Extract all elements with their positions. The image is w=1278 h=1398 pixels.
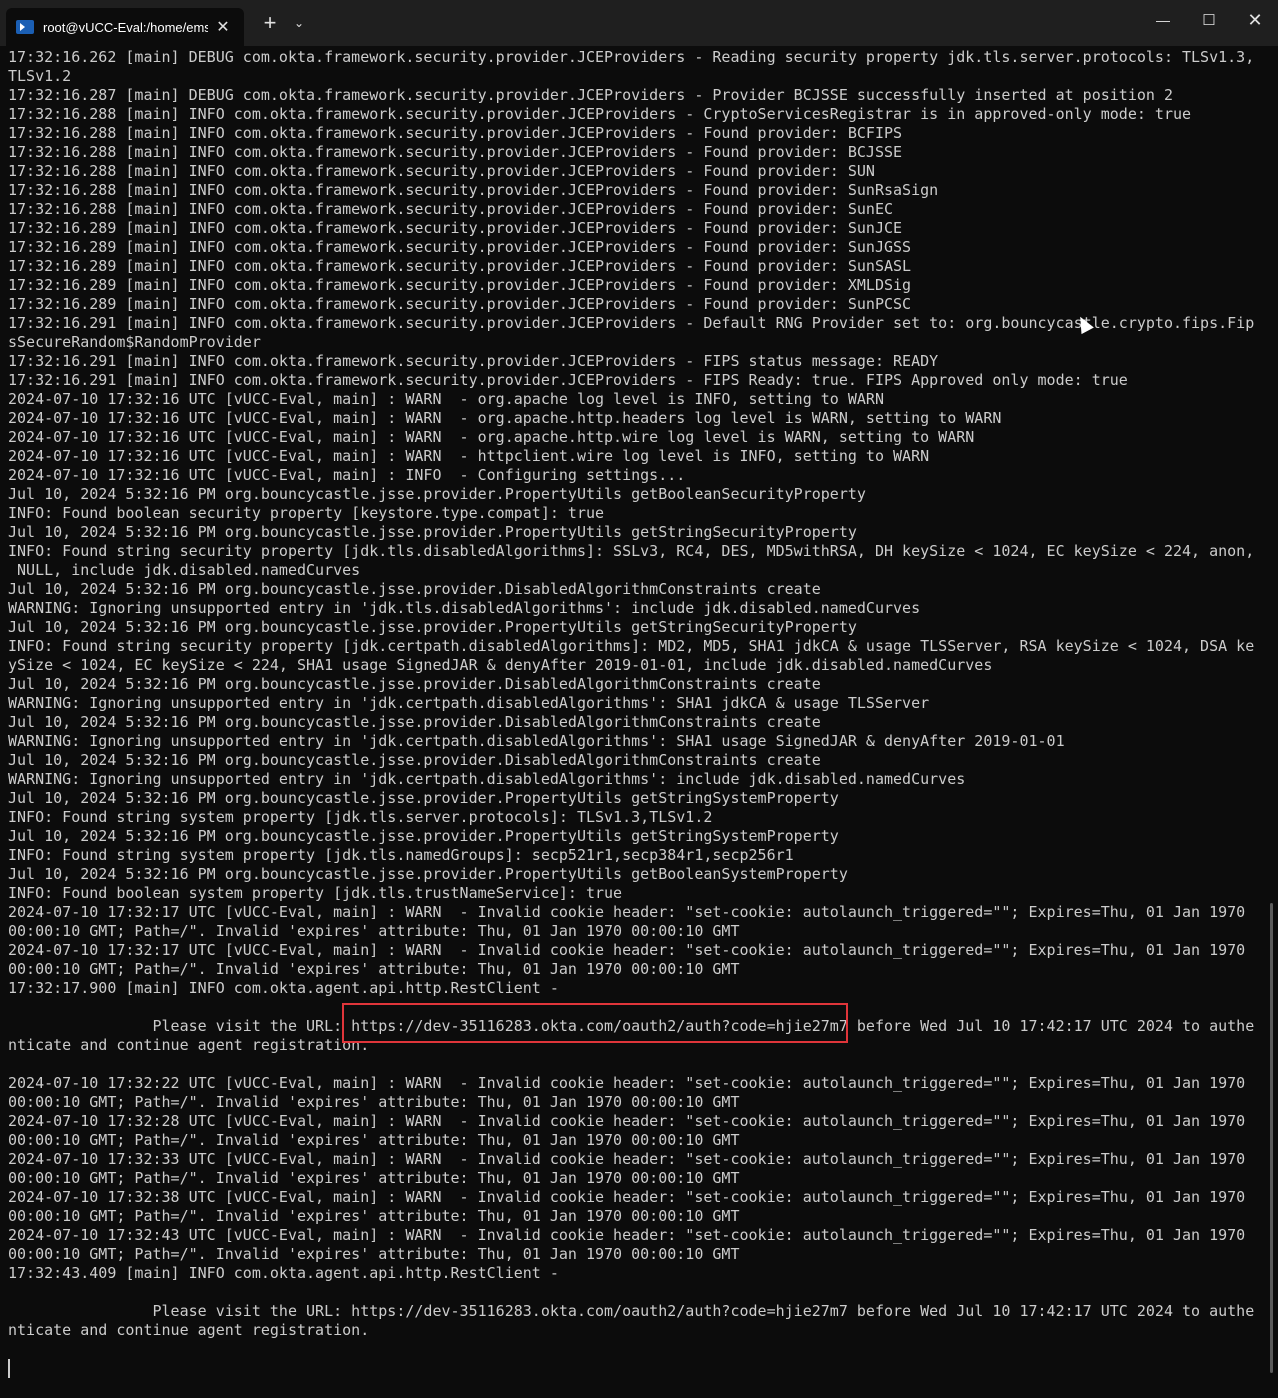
terminal-tab[interactable]: root@vUCC-Eval:/home/emsa ✕: [6, 8, 244, 46]
minimize-button[interactable]: —: [1140, 0, 1186, 40]
terminal-line: 00:00:10 GMT; Path=/". Invalid 'expires'…: [8, 1245, 740, 1263]
new-tab-button[interactable]: +: [256, 8, 284, 38]
terminal-line: INFO: Found string system property [jdk.…: [8, 846, 794, 864]
terminal-line: Jul 10, 2024 5:32:16 PM org.bouncycastle…: [8, 618, 857, 636]
maximize-button[interactable]: ☐: [1186, 0, 1232, 40]
terminal-line: INFO: Found boolean security property [k…: [8, 504, 605, 522]
terminal-line: ySize < 1024, EC keySize < 224, SHA1 usa…: [8, 656, 993, 674]
terminal-line: WARNING: Ignoring unsupported entry in '…: [8, 732, 1065, 750]
terminal-line: Jul 10, 2024 5:32:16 PM org.bouncycastle…: [8, 751, 821, 769]
terminal-line: 2024-07-10 17:32:16 UTC [vUCC-Eval, main…: [8, 447, 930, 465]
terminal-line: 17:32:16.287 [main] DEBUG com.okta.frame…: [8, 86, 1173, 104]
terminal-line: 00:00:10 GMT; Path=/". Invalid 'expires'…: [8, 1131, 740, 1149]
terminal-line: Jul 10, 2024 5:32:16 PM org.bouncycastle…: [8, 827, 839, 845]
terminal-line: NULL, include jdk.disabled.namedCurves: [8, 561, 361, 579]
terminal-line: 00:00:10 GMT; Path=/". Invalid 'expires'…: [8, 922, 740, 940]
title-bar: root@vUCC-Eval:/home/emsa ✕ + ⌄ — ☐ ✕: [0, 0, 1278, 46]
terminal-line: 00:00:10 GMT; Path=/". Invalid 'expires'…: [8, 1169, 740, 1187]
terminal-line: 17:32:16.288 [main] INFO com.okta.framew…: [8, 143, 903, 161]
terminal-output[interactable]: 17:32:16.262 [main] DEBUG com.okta.frame…: [0, 47, 1266, 1398]
terminal-line: 17:32:16.288 [main] INFO com.okta.framew…: [8, 200, 894, 218]
terminal-line: INFO: Found string security property [jd…: [8, 542, 1255, 560]
terminal-line: 17:32:16.288 [main] INFO com.okta.framew…: [8, 105, 1192, 123]
terminal-line: 2024-07-10 17:32:22 UTC [vUCC-Eval, main…: [8, 1074, 1246, 1092]
terminal-line: Jul 10, 2024 5:32:16 PM org.bouncycastle…: [8, 675, 821, 693]
terminal-line: Jul 10, 2024 5:32:16 PM org.bouncycastle…: [8, 865, 848, 883]
terminal-line: 17:32:16.291 [main] INFO com.okta.framew…: [8, 371, 1128, 389]
powershell-icon: [16, 20, 34, 34]
terminal-line: Please visit the URL: https://dev-351162…: [8, 1302, 1255, 1320]
terminal-line: 2024-07-10 17:32:33 UTC [vUCC-Eval, main…: [8, 1150, 1246, 1168]
terminal-line: INFO: Found boolean system property [jdk…: [8, 884, 623, 902]
terminal-line: WARNING: Ignoring unsupported entry in '…: [8, 599, 921, 617]
terminal-line: 17:32:16.262 [main] DEBUG com.okta.frame…: [8, 48, 1255, 66]
terminal-line: 2024-07-10 17:32:43 UTC [vUCC-Eval, main…: [8, 1226, 1246, 1244]
terminal-line: TLSv1.2: [8, 67, 72, 85]
terminal-line: INFO: Found string security property [jd…: [8, 637, 1255, 655]
terminal-line: WARNING: Ignoring unsupported entry in '…: [8, 770, 966, 788]
terminal-line: Jul 10, 2024 5:32:16 PM org.bouncycastle…: [8, 523, 857, 541]
terminal-line: nticate and continue agent registration.: [8, 1036, 370, 1054]
chevron-down-icon[interactable]: ⌄: [288, 8, 310, 38]
terminal-line: INFO: Found string system property [jdk.…: [8, 808, 713, 826]
text-cursor: [8, 1359, 10, 1378]
terminal-line: 17:32:16.288 [main] INFO com.okta.framew…: [8, 162, 875, 180]
terminal-line: 2024-07-10 17:32:38 UTC [vUCC-Eval, main…: [8, 1188, 1246, 1206]
terminal-line: 00:00:10 GMT; Path=/". Invalid 'expires'…: [8, 960, 740, 978]
terminal-line: nticate and continue agent registration.: [8, 1321, 370, 1339]
terminal-line: WARNING: Ignoring unsupported entry in '…: [8, 694, 930, 712]
terminal-line: 17:32:16.289 [main] INFO com.okta.framew…: [8, 238, 912, 256]
scrollbar[interactable]: [1270, 903, 1273, 1373]
terminal-line: 17:32:17.900 [main] INFO com.okta.agent.…: [8, 979, 559, 997]
terminal-line: Jul 10, 2024 5:32:16 PM org.bouncycastle…: [8, 789, 839, 807]
terminal-line: 17:32:16.289 [main] INFO com.okta.framew…: [8, 257, 912, 275]
terminal-line: 17:32:43.409 [main] INFO com.okta.agent.…: [8, 1264, 559, 1282]
terminal-line: 17:32:16.291 [main] INFO com.okta.framew…: [8, 314, 1255, 332]
terminal-line: 2024-07-10 17:32:28 UTC [vUCC-Eval, main…: [8, 1112, 1246, 1130]
terminal-line: 2024-07-10 17:32:17 UTC [vUCC-Eval, main…: [8, 903, 1246, 921]
terminal-line: 17:32:16.289 [main] INFO com.okta.framew…: [8, 276, 912, 294]
terminal-line: 00:00:10 GMT; Path=/". Invalid 'expires'…: [8, 1093, 740, 1111]
terminal-line: 17:32:16.289 [main] INFO com.okta.framew…: [8, 219, 903, 237]
terminal-line: Jul 10, 2024 5:32:16 PM org.bouncycastle…: [8, 713, 821, 731]
terminal-line: sSecureRandom$RandomProvider: [8, 333, 261, 351]
terminal-line: 17:32:16.289 [main] INFO com.okta.framew…: [8, 295, 912, 313]
terminal-line: 17:32:16.291 [main] INFO com.okta.framew…: [8, 352, 939, 370]
terminal-line: 2024-07-10 17:32:16 UTC [vUCC-Eval, main…: [8, 390, 884, 408]
terminal-line: 00:00:10 GMT; Path=/". Invalid 'expires'…: [8, 1207, 740, 1225]
terminal-line: 2024-07-10 17:32:17 UTC [vUCC-Eval, main…: [8, 941, 1246, 959]
terminal-line: 17:32:16.288 [main] INFO com.okta.framew…: [8, 181, 939, 199]
tab-title: root@vUCC-Eval:/home/emsa: [43, 19, 208, 35]
terminal-line: 2024-07-10 17:32:16 UTC [vUCC-Eval, main…: [8, 428, 975, 446]
url-highlight-box: [342, 1003, 848, 1043]
terminal-line: 2024-07-10 17:32:16 UTC [vUCC-Eval, main…: [8, 409, 1002, 427]
close-window-button[interactable]: ✕: [1232, 0, 1278, 40]
terminal-line: Jul 10, 2024 5:32:16 PM org.bouncycastle…: [8, 485, 866, 503]
terminal-line: Jul 10, 2024 5:32:16 PM org.bouncycastle…: [8, 580, 821, 598]
terminal-line: 2024-07-10 17:32:16 UTC [vUCC-Eval, main…: [8, 466, 686, 484]
close-tab-icon[interactable]: ✕: [212, 17, 234, 37]
terminal-line: 17:32:16.288 [main] INFO com.okta.framew…: [8, 124, 903, 142]
